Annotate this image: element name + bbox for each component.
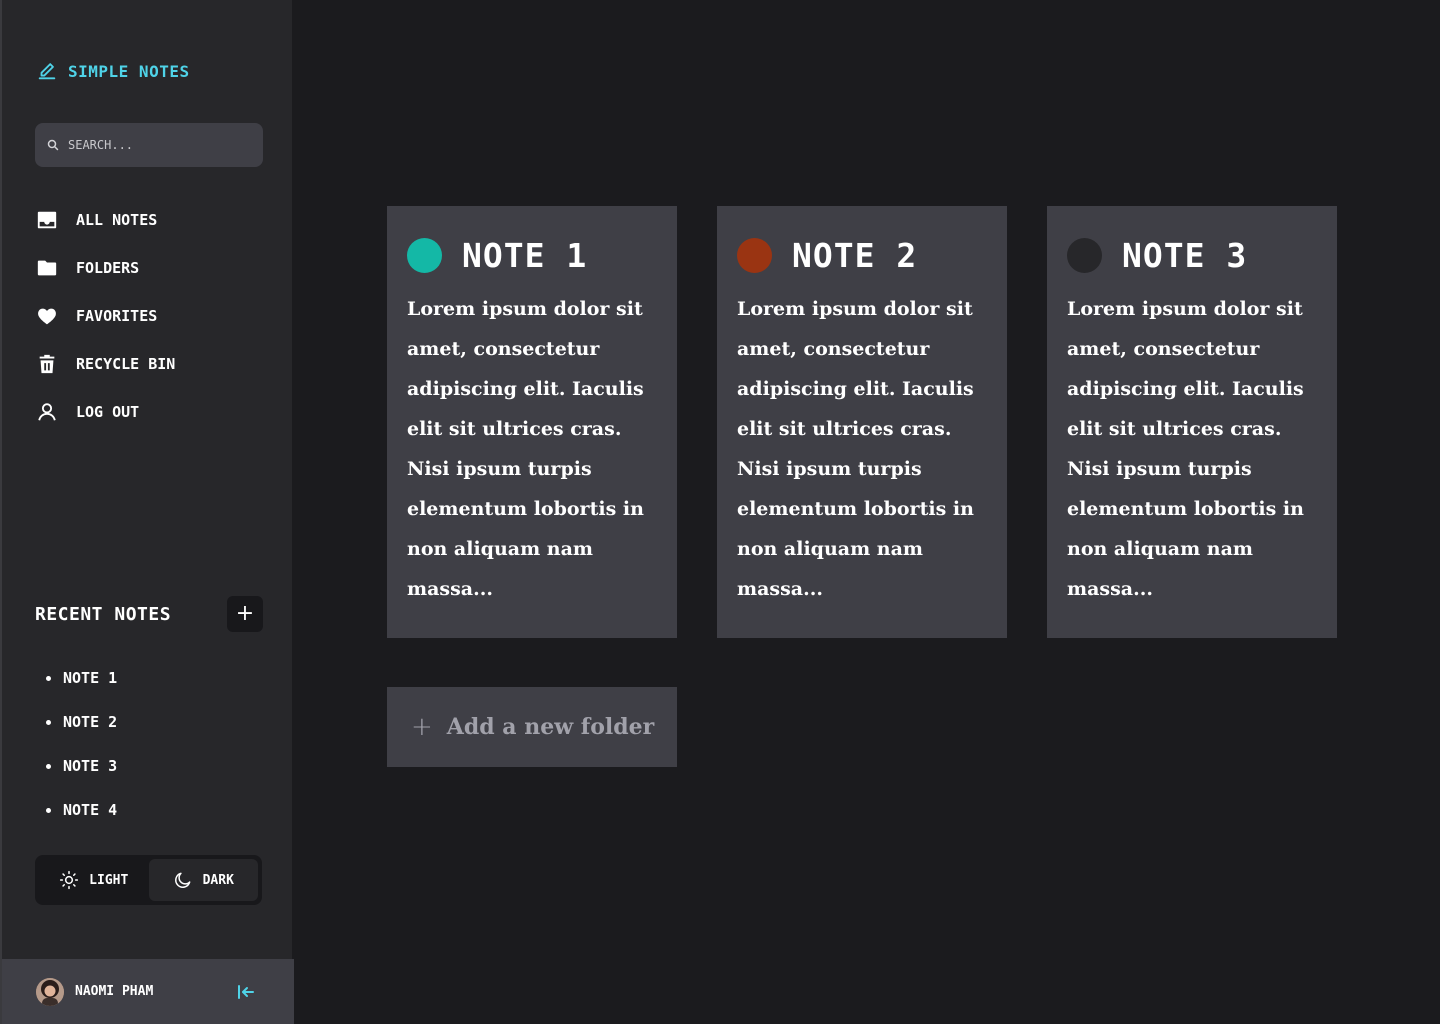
avatar[interactable]	[36, 977, 64, 1006]
nav-item-label: RECYCLE BIN	[76, 355, 176, 373]
note-header: NOTE 1	[407, 236, 657, 275]
user-name: NAOMI PHAM	[75, 984, 154, 999]
nav-item-label: ALL NOTES	[76, 211, 158, 229]
theme-light-option[interactable]: LIGHT	[39, 859, 149, 901]
note-body: Lorem ipsum dolor sit amet, consectetur …	[1067, 298, 1304, 600]
recent-notes-list: NOTE 1 NOTE 2 NOTE 3 NOTE 4	[46, 656, 117, 832]
search-input[interactable]	[68, 138, 238, 152]
nav-item-label: FOLDERS	[76, 259, 140, 277]
nav-item-folders[interactable]: FOLDERS	[36, 244, 175, 292]
note-title: NOTE 2	[792, 236, 918, 275]
heart-icon	[38, 308, 56, 325]
note-color-dot	[1067, 238, 1102, 273]
theme-light-label: LIGHT	[89, 872, 129, 888]
theme-dark-option[interactable]: DARK	[148, 859, 258, 901]
bullet	[46, 763, 51, 769]
trash-icon	[39, 354, 55, 374]
search-box[interactable]	[35, 123, 263, 167]
add-folder-button[interactable]: + Add a new folder	[387, 687, 677, 767]
recent-note-label: NOTE 1	[63, 669, 118, 687]
bullet	[46, 719, 51, 725]
recent-note-item[interactable]: NOTE 1	[46, 656, 117, 700]
theme-dark-label: DARK	[202, 872, 234, 888]
nav-item-all-notes[interactable]: ALL NOTES	[36, 196, 175, 244]
inbox-icon	[37, 211, 57, 229]
add-note-button[interactable]: +	[227, 596, 263, 632]
note-card[interactable]: NOTE 2 Lorem ipsum dolor sit amet, conse…	[717, 206, 1007, 638]
theme-toggle: LIGHT DARK	[35, 855, 262, 905]
note-color-dot	[407, 238, 442, 273]
recent-note-label: NOTE 3	[63, 757, 118, 775]
nav-item-favorites[interactable]: FAVORITES	[36, 292, 175, 340]
plus-icon: +	[411, 712, 433, 742]
note-header: NOTE 3	[1067, 236, 1317, 275]
note-color-dot	[737, 238, 772, 273]
note-card[interactable]: NOTE 1 Lorem ipsum dolor sit amet, conse…	[387, 206, 677, 638]
user-icon	[38, 403, 56, 421]
moon-icon	[174, 872, 191, 888]
user-bar: NAOMI PHAM	[2, 959, 294, 1024]
nav-item-log-out[interactable]: LOG OUT	[36, 388, 175, 436]
recent-note-label: NOTE 4	[63, 801, 118, 819]
avatar-image	[36, 977, 64, 1006]
main-nav: ALL NOTES FOLDERS FAVORITES RECYCLE BIN	[36, 196, 175, 436]
add-folder-label: Add a new folder	[446, 714, 655, 740]
recent-note-label: NOTE 2	[63, 713, 118, 731]
nav-item-label: LOG OUT	[76, 403, 140, 421]
recent-notes-header: RECENT NOTES +	[35, 596, 263, 632]
nav-item-label: FAVORITES	[76, 307, 158, 325]
sidebar: SIMPLE NOTES ALL NOTES FOLDERS FAVORITES	[0, 0, 294, 1024]
collapse-sidebar-icon[interactable]	[236, 983, 256, 1001]
folder-icon	[37, 260, 57, 276]
recent-note-item[interactable]: NOTE 2	[46, 700, 117, 744]
note-body: Lorem ipsum dolor sit amet, consectetur …	[407, 298, 644, 600]
brand-name: SIMPLE NOTES	[68, 61, 190, 81]
recent-notes-title: RECENT NOTES	[35, 603, 172, 625]
note-title: NOTE 1	[462, 236, 588, 275]
nav-item-recycle-bin[interactable]: RECYCLE BIN	[36, 340, 175, 388]
bullet	[46, 675, 51, 681]
note-title: NOTE 3	[1122, 236, 1248, 275]
note-card[interactable]: NOTE 3 Lorem ipsum dolor sit amet, conse…	[1047, 206, 1337, 638]
sun-icon	[60, 870, 79, 890]
recent-note-item[interactable]: NOTE 4	[46, 788, 117, 832]
bullet	[46, 807, 51, 813]
search-icon	[47, 139, 59, 151]
note-body: Lorem ipsum dolor sit amet, consectetur …	[737, 298, 974, 600]
brand[interactable]: SIMPLE NOTES	[36, 60, 190, 82]
note-header: NOTE 2	[737, 236, 987, 275]
pencil-icon	[38, 63, 56, 80]
recent-note-item[interactable]: NOTE 3	[46, 744, 117, 788]
